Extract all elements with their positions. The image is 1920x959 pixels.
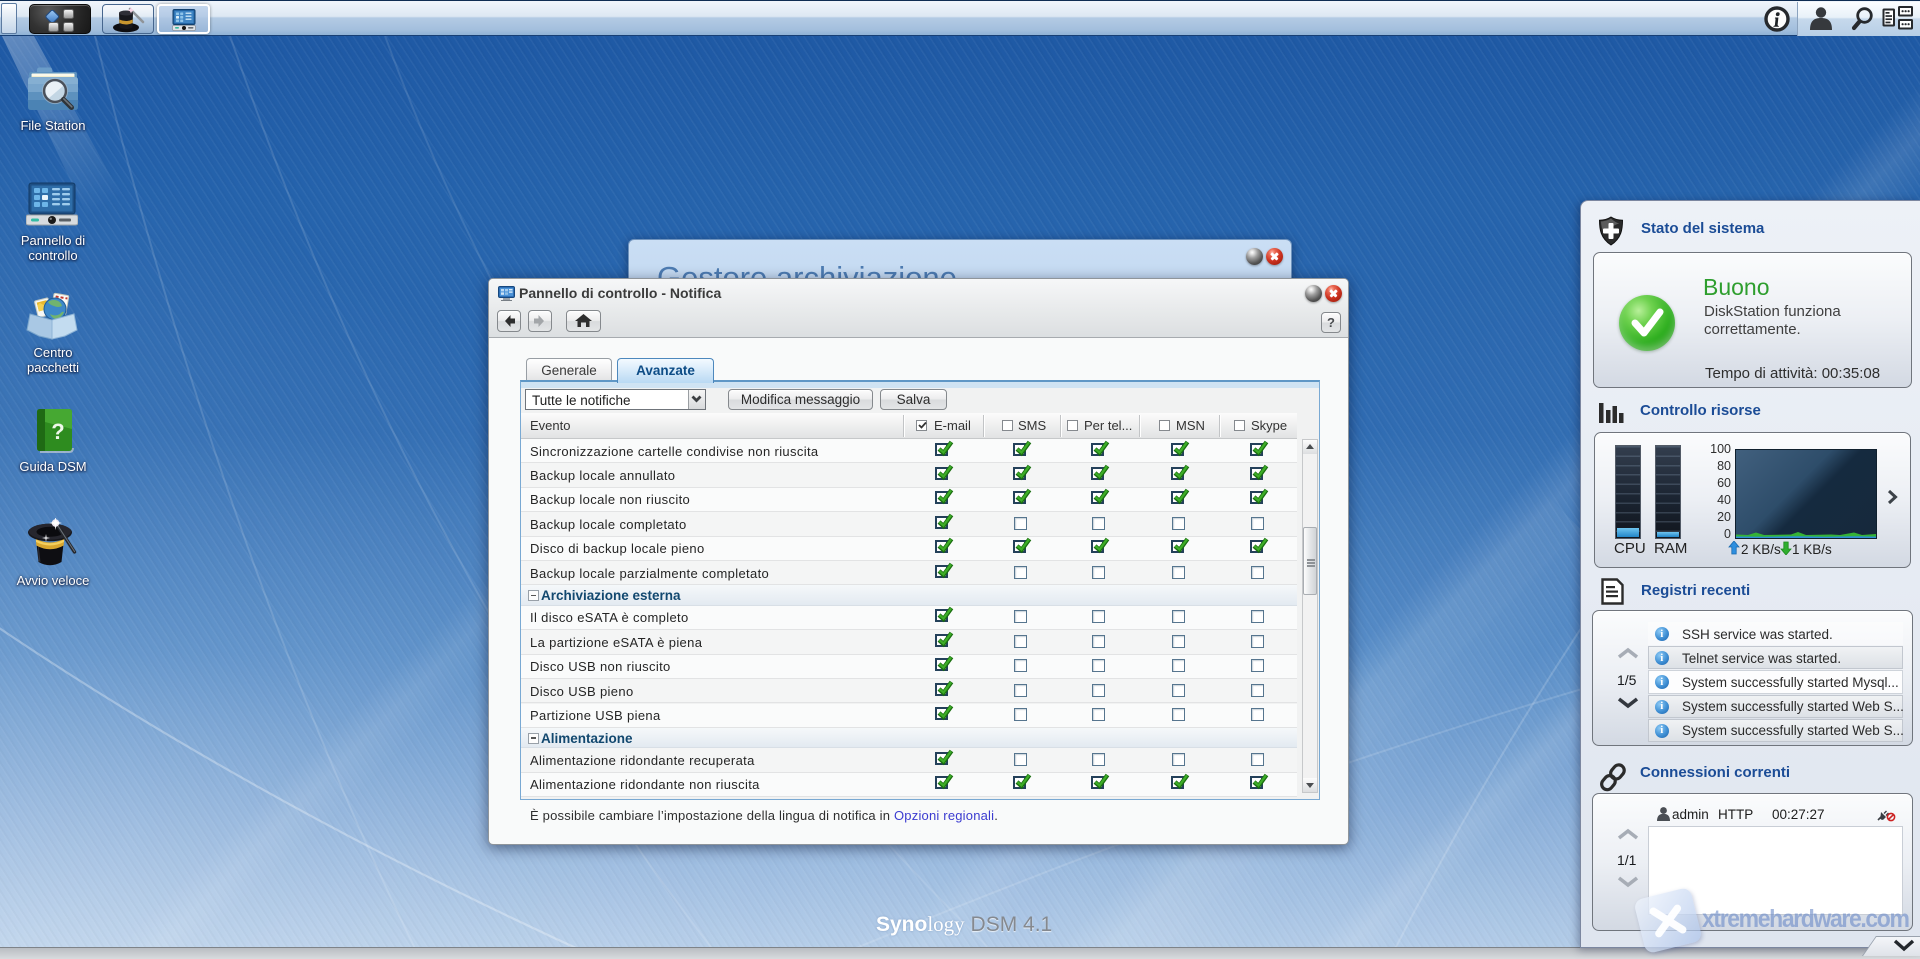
svg-text:?: ? bbox=[51, 419, 64, 444]
